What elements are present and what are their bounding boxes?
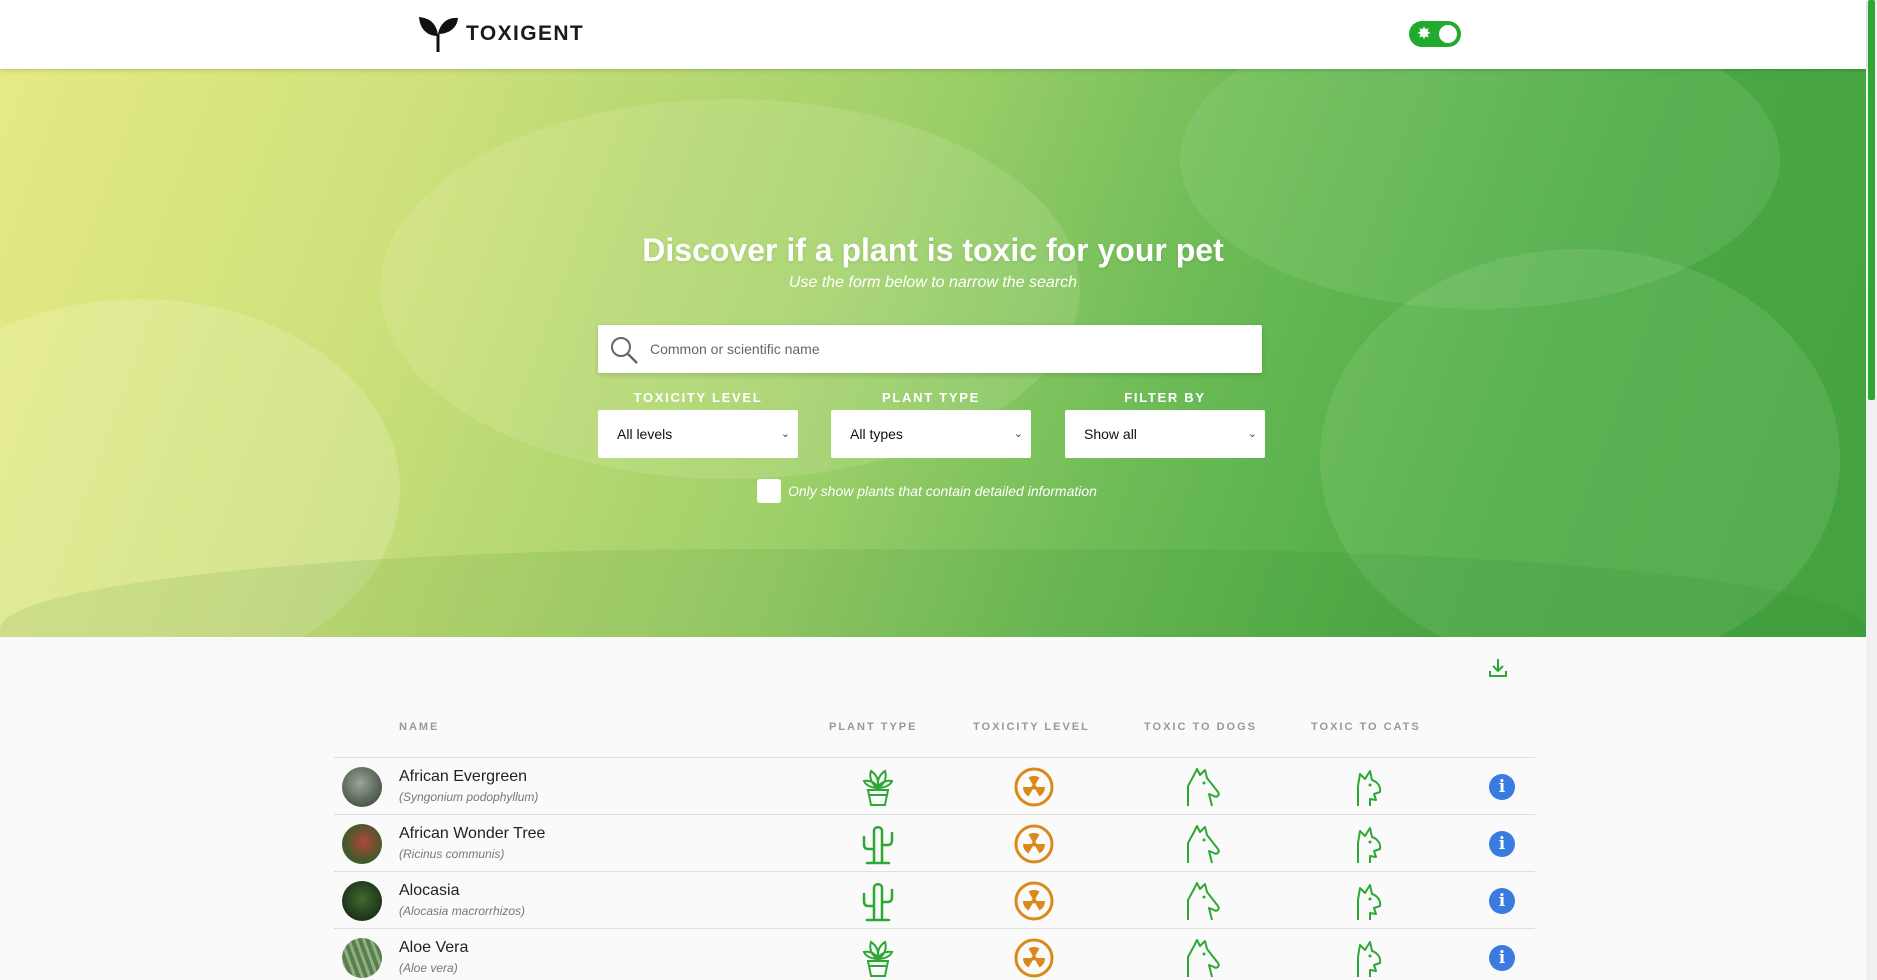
- toxicity-level-label: TOXICITY LEVEL: [633, 390, 763, 405]
- column-header-toxic-to-cats[interactable]: TOXIC TO CATS: [1311, 721, 1421, 733]
- filter-by-select[interactable]: Show all ⌄: [1065, 410, 1265, 458]
- dog-icon: [1187, 768, 1220, 807]
- potted-plant-icon: [862, 940, 894, 977]
- detailed-info-checkbox[interactable]: [757, 479, 781, 503]
- plant-type-select[interactable]: All types ⌄: [831, 410, 1031, 458]
- theme-toggle[interactable]: ✸: [1409, 21, 1461, 47]
- search-input[interactable]: [650, 325, 1250, 373]
- plant-name: African Wonder Tree: [399, 825, 546, 842]
- hero-subtitle: Use the form below to narrow the search: [788, 274, 1078, 291]
- filter-by-value: Show all: [1084, 426, 1137, 442]
- plant-scientific-name: (Aloe vera): [399, 961, 458, 975]
- search-icon: [611, 337, 638, 364]
- plant-type-label: PLANT TYPE: [882, 390, 980, 405]
- plant-thumbnail: [342, 824, 382, 864]
- info-icon[interactable]: i: [1489, 831, 1515, 857]
- sun-icon: ✸: [1416, 24, 1432, 43]
- cactus-icon: [862, 883, 894, 922]
- plant-name: African Evergreen: [399, 768, 528, 785]
- dog-icon: [1187, 825, 1220, 864]
- dog-icon: [1187, 882, 1220, 921]
- search-box[interactable]: [598, 325, 1262, 373]
- brand-logo[interactable]: TOXIGENT: [416, 14, 584, 54]
- toggle-knob: [1439, 25, 1457, 43]
- plant-thumbnail: [342, 881, 382, 921]
- detailed-info-label[interactable]: Only show plants that contain detailed i…: [788, 483, 1097, 499]
- filter-by-label: FILTER BY: [1124, 390, 1206, 405]
- download-icon[interactable]: [1486, 656, 1510, 680]
- hero-title: Discover if a plant is toxic for your pe…: [642, 232, 1224, 268]
- hero-banner: Discover if a plant is toxic for your pe…: [0, 69, 1866, 637]
- top-navbar: TOXIGENT ✸: [0, 0, 1866, 69]
- cat-icon: [1357, 884, 1382, 920]
- column-header-name[interactable]: NAME: [399, 721, 439, 733]
- potted-plant-icon: [862, 769, 894, 806]
- plant-scientific-name: (Ricinus communis): [399, 847, 505, 861]
- cat-icon: [1357, 770, 1382, 806]
- info-icon[interactable]: i: [1489, 774, 1515, 800]
- radioactive-icon: [1014, 938, 1054, 978]
- plant-thumbnail: [342, 767, 382, 807]
- cat-icon: [1357, 827, 1382, 863]
- plant-scientific-name: (Alocasia macrorrhizos): [399, 904, 526, 918]
- column-header-plant-type[interactable]: PLANT TYPE: [829, 721, 917, 733]
- plant-type-value: All types: [850, 426, 903, 442]
- brand-name: TOXIGENT: [466, 22, 585, 45]
- cat-icon: [1357, 941, 1382, 977]
- toxicity-level-value: All levels: [617, 426, 673, 442]
- table-row[interactable]: Aloe Vera (Aloe vera) i: [334, 928, 1535, 980]
- table-row[interactable]: Alocasia (Alocasia macrorrhizos) i: [334, 871, 1535, 928]
- plant-thumbnail: [342, 938, 382, 978]
- radioactive-icon: [1014, 824, 1054, 864]
- plant-scientific-name: (Syngonium podophyllum): [399, 790, 539, 804]
- chevron-down-icon: ⌄: [1247, 428, 1257, 440]
- column-header-toxicity-level[interactable]: TOXICITY LEVEL: [973, 721, 1090, 733]
- table-row[interactable]: African Wonder Tree (Ricinus communis) i: [334, 814, 1535, 871]
- cactus-icon: [862, 826, 894, 865]
- radioactive-icon: [1014, 881, 1054, 921]
- chevron-down-icon: ⌄: [1013, 428, 1023, 440]
- scrollbar-thumb[interactable]: [1868, 0, 1875, 400]
- plant-name: Aloe Vera: [399, 939, 469, 956]
- plant-name: Alocasia: [399, 882, 460, 899]
- column-header-toxic-to-dogs[interactable]: TOXIC TO DOGS: [1144, 721, 1257, 733]
- dog-icon: [1187, 939, 1220, 978]
- sprout-icon: [419, 17, 458, 52]
- info-icon[interactable]: i: [1489, 945, 1515, 971]
- table-row[interactable]: African Evergreen (Syngonium podophyllum…: [334, 757, 1535, 814]
- page-scrollbar[interactable]: [1866, 0, 1877, 980]
- radioactive-icon: [1014, 767, 1054, 807]
- chevron-down-icon: ⌄: [780, 428, 790, 440]
- info-icon[interactable]: i: [1489, 888, 1515, 914]
- toxicity-level-select[interactable]: All levels ⌄: [598, 410, 798, 458]
